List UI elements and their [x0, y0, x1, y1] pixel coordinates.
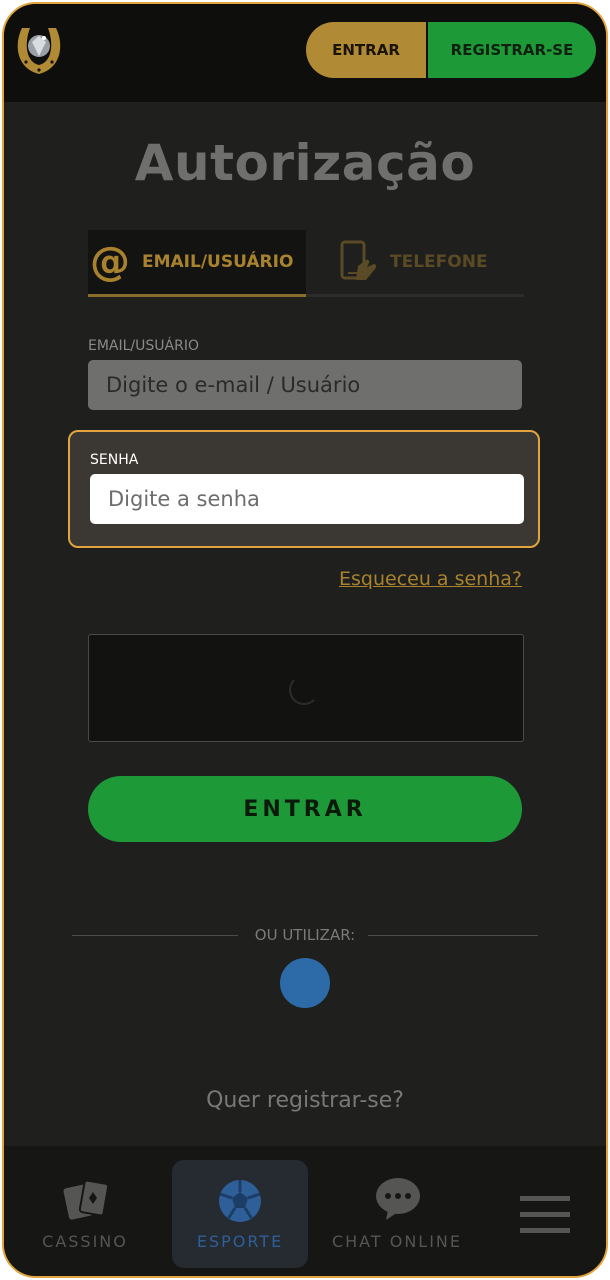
- bottom-navigation: CASSINO ESPORTE CHAT ONLINE: [4, 1146, 606, 1276]
- nav-item-chat-online[interactable]: CHAT ONLINE: [322, 1146, 472, 1276]
- social-login-button[interactable]: [280, 958, 330, 1008]
- captcha-widget[interactable]: [88, 634, 524, 742]
- password-field-label: SENHA: [90, 452, 139, 468]
- at-sign-icon: @: [90, 239, 130, 285]
- tab-email-label: EMAIL/USUÁRIO: [142, 252, 294, 272]
- password-input[interactable]: [90, 474, 524, 524]
- nav-item-menu[interactable]: [504, 1146, 594, 1276]
- app-frame: ENTRAR REGISTRAR-SE Autorização @ EMAIL/…: [2, 2, 608, 1278]
- login-submit-button[interactable]: ENTRAR: [88, 776, 522, 842]
- social-divider-label: OU UTILIZAR:: [248, 926, 362, 944]
- tab-email-usuario[interactable]: @ EMAIL/USUÁRIO: [88, 230, 306, 297]
- nav-item-cassino[interactable]: CASSINO: [10, 1146, 160, 1276]
- header-login-button[interactable]: ENTRAR: [306, 22, 426, 78]
- nav-item-esporte[interactable]: ESPORTE: [172, 1160, 308, 1268]
- forgot-password-link[interactable]: Esqueceu a senha?: [339, 568, 522, 590]
- nav-cassino-label: CASSINO: [42, 1232, 128, 1251]
- register-prompt-link[interactable]: Quer registrar-se?: [4, 1088, 606, 1113]
- email-input[interactable]: [88, 360, 522, 410]
- page-title: Autorização: [134, 134, 476, 192]
- hamburger-menu-icon: [520, 1196, 570, 1233]
- login-method-tabs: @ EMAIL/USUÁRIO TELEFONE: [88, 230, 524, 300]
- header-register-button[interactable]: REGISTRAR-SE: [428, 22, 596, 78]
- password-field-group: SENHA: [68, 430, 540, 548]
- nav-chat-label: CHAT ONLINE: [331, 1232, 463, 1251]
- nav-esporte-label: ESPORTE: [196, 1232, 284, 1251]
- horseshoe-logo-icon[interactable]: [14, 22, 64, 80]
- phone-icon: [340, 240, 378, 284]
- loading-spinner-icon: [289, 675, 319, 705]
- chat-bubble-icon: [376, 1178, 420, 1220]
- tab-telefone[interactable]: TELEFONE: [306, 230, 524, 297]
- tab-telefone-label: TELEFONE: [390, 252, 488, 272]
- top-header: ENTRAR REGISTRAR-SE: [4, 4, 606, 102]
- social-divider: OU UTILIZAR:: [4, 926, 606, 944]
- email-field-label: EMAIL/USUÁRIO: [88, 338, 199, 354]
- soccer-ball-icon: [219, 1180, 261, 1222]
- cards-icon: [63, 1179, 110, 1220]
